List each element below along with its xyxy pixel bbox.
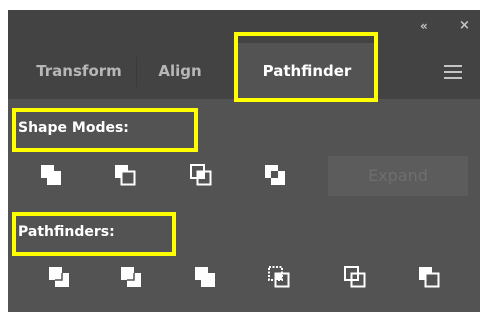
merge-icon[interactable]	[192, 264, 220, 292]
pathfinders-highlight	[12, 212, 176, 256]
expand-button[interactable]: Expand	[328, 156, 468, 196]
outline-icon[interactable]	[342, 264, 370, 292]
minus-front-icon[interactable]	[112, 162, 140, 190]
pathfinder-panel: « × Transform Align Pathfinder Shape Mod…	[8, 10, 480, 312]
exclude-icon[interactable]	[262, 162, 290, 190]
tab-transform[interactable]: Transform	[22, 43, 136, 99]
panel-menu-icon[interactable]	[444, 65, 462, 79]
double-chevron-left-icon[interactable]: «	[420, 19, 428, 33]
close-icon[interactable]: ×	[459, 19, 470, 33]
shape-modes-highlight	[12, 108, 198, 152]
tab-align[interactable]: Align	[148, 43, 212, 99]
trim-icon[interactable]	[118, 264, 146, 292]
pathfinder-tab-highlight	[234, 32, 378, 102]
minus-back-icon[interactable]	[416, 264, 444, 292]
tab-divider	[136, 57, 137, 87]
divide-icon[interactable]	[46, 264, 74, 292]
intersect-icon[interactable]	[188, 162, 216, 190]
unite-icon[interactable]	[38, 162, 66, 190]
crop-icon[interactable]	[266, 264, 294, 292]
